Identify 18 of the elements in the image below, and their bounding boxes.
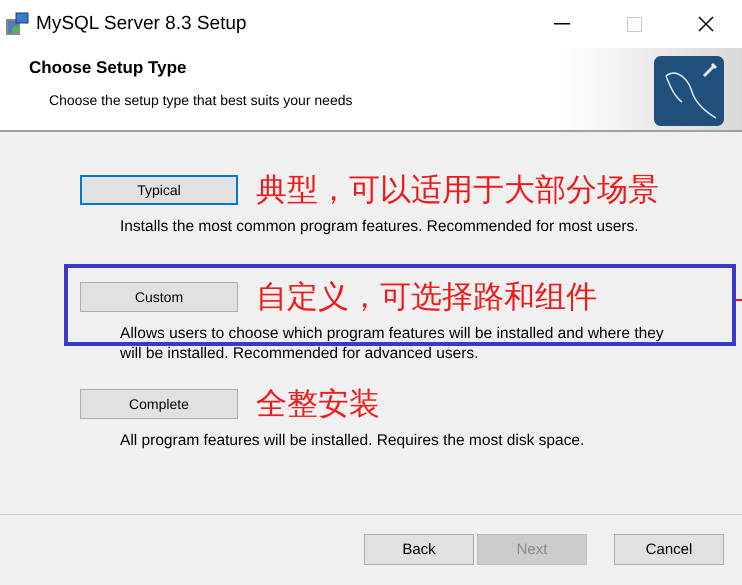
- minimize-icon[interactable]: [554, 23, 570, 25]
- close-icon[interactable]: [698, 16, 714, 32]
- installer-icon: [4, 11, 30, 37]
- annotation-text: 典型，可以适用于大部分场景: [256, 174, 659, 206]
- window-title: MySQL Server 8.3 Setup: [36, 13, 248, 35]
- annotation-text: 自定义，可选择路和组件: [256, 282, 597, 312]
- wizard-button[interactable]: Cancel: [614, 534, 724, 565]
- setup-type-button[interactable]: Typical: [80, 175, 238, 205]
- option-description: Installs the most common program features. Recommended for most users.: [120, 217, 640, 237]
- page-subtitle: Choose the setup type that best suits your needs: [49, 92, 353, 108]
- page-title: Choose Setup Type: [29, 58, 186, 78]
- setup-type-button[interactable]: Complete: [80, 389, 238, 419]
- option-description: Allows users to choose which program features will be installed and where they will be installed. Recommended for advanced users.: [120, 324, 665, 364]
- setup-type-button[interactable]: Custom: [80, 282, 238, 312]
- annotation-text: 全整安装: [256, 388, 380, 420]
- dolphin-logo-icon: [654, 56, 724, 126]
- wizard-button[interactable]: Back: [364, 534, 474, 565]
- option-description: All program features will be installed. Requires the most disk space.: [120, 431, 586, 451]
